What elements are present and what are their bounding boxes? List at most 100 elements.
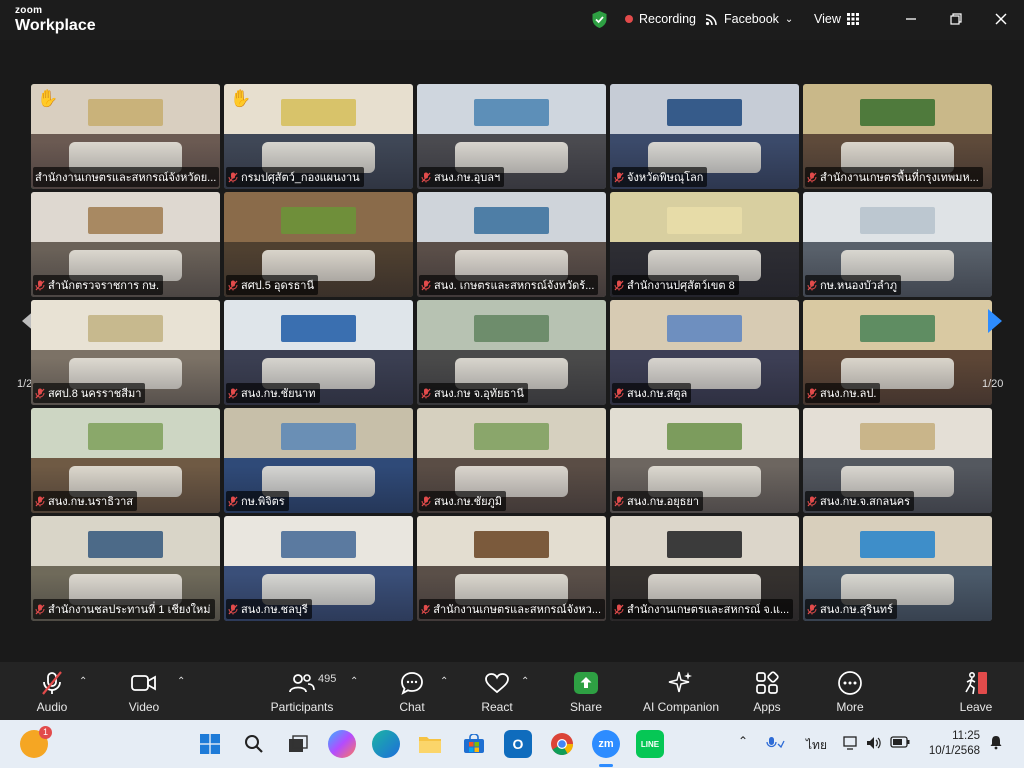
video-options-chevron-icon[interactable]: ⌃ xyxy=(177,676,185,687)
participants-options-chevron-icon[interactable]: ⌃ xyxy=(350,676,358,687)
leave-button[interactable]: Leave xyxy=(936,668,1016,714)
weather-widget-icon[interactable]: 1 xyxy=(20,726,52,758)
volume-icon[interactable] xyxy=(866,736,882,753)
file-explorer-icon[interactable] xyxy=(416,730,444,758)
participant-name: สำนักงานเกษตรพื้นที่กรุงเทพมห... xyxy=(820,172,979,184)
participant-name-label: สศป.5 อุดรธานี xyxy=(226,275,318,295)
participant-video-tile[interactable]: กษ.หนองบัวลำภู xyxy=(803,192,992,297)
video-button[interactable]: Video xyxy=(104,668,184,714)
participant-name-label: จังหวัดพิษณุโลก xyxy=(612,167,708,187)
participant-video-tile[interactable]: สนง.กษ.นราธิวาส xyxy=(31,408,220,513)
participant-video-tile[interactable]: สนง.กษ.อยุธยา xyxy=(610,408,799,513)
share-screen-button[interactable]: Share xyxy=(546,668,626,714)
participant-video-tile[interactable]: สศป.8 นครราชสีมา xyxy=(31,300,220,405)
chat-button[interactable]: Chat xyxy=(372,668,452,714)
participant-name: สำนักงานเกษตรและสหกรณ์ จ.แ... xyxy=(627,604,790,616)
close-button[interactable] xyxy=(991,9,1011,29)
apps-button[interactable]: Apps xyxy=(727,668,807,714)
muted-microphone-icon xyxy=(35,496,45,506)
participant-name-label: สนง.กษ.อยุธยา xyxy=(612,491,704,511)
participant-video-tile[interactable]: สนง.กษ.อุบลฯ xyxy=(417,84,606,189)
chat-options-chevron-icon[interactable]: ⌃ xyxy=(440,676,448,687)
participant-video-tile[interactable]: สนง.กษ.จ.สกลนคร xyxy=(803,408,992,513)
participant-video-tile[interactable]: สำนักงานเกษตรและสหกรณ์ จ.แ... xyxy=(610,516,799,621)
participant-name-label: สำนักตรวจราชการ กษ. xyxy=(33,275,164,295)
participant-video-tile[interactable]: สนง.กษ.ชัยนาท xyxy=(224,300,413,405)
grid-view-icon xyxy=(846,13,859,25)
participant-video-tile[interactable]: สศป.5 อุดรธานี xyxy=(224,192,413,297)
participant-video-tile[interactable]: กษ.พิจิตร xyxy=(224,408,413,513)
muted-microphone-icon xyxy=(614,604,624,614)
muted-microphone-icon xyxy=(614,280,624,290)
participant-video-tile[interactable]: สนง.กษ.ชลบุรี xyxy=(224,516,413,621)
chrome-browser-icon[interactable] xyxy=(548,730,576,758)
participant-video-tile[interactable]: สนง.กษ.สุรินทร์ xyxy=(803,516,992,621)
zoom-app-icon[interactable]: zm xyxy=(592,730,620,758)
notification-badge: 1 xyxy=(39,726,52,739)
audio-button[interactable]: Audio xyxy=(12,668,92,714)
recording-indicator[interactable]: Recording xyxy=(625,12,696,26)
task-view-icon[interactable] xyxy=(284,730,312,758)
apps-label: Apps xyxy=(753,700,781,714)
show-hidden-icons-chevron-icon[interactable]: ⌃ xyxy=(738,734,748,748)
audio-options-chevron-icon[interactable]: ⌃ xyxy=(79,676,87,687)
edge-browser-icon[interactable] xyxy=(372,730,400,758)
participant-video-tile[interactable]: ✋ กรมปศุสัตว์_กองแผนงาน xyxy=(224,84,413,189)
microsoft-store-icon[interactable] xyxy=(460,730,488,758)
battery-icon[interactable] xyxy=(890,736,910,751)
input-language-indicator[interactable]: ไทย xyxy=(806,736,827,755)
participant-name: สนง.กษ.สตูล xyxy=(627,388,688,400)
participant-name: สนง.กษ.นราธิวาส xyxy=(48,496,134,508)
participant-video-tile[interactable]: สำนักงานเกษตรและสหกรณ์จังหว... xyxy=(417,516,606,621)
muted-microphone-icon xyxy=(35,604,45,614)
livestream-facebook-button[interactable]: Facebook ⌄ xyxy=(705,12,793,26)
participant-name-label: สนง.กษ.ชัยภูมิ xyxy=(419,491,507,511)
video-camera-icon xyxy=(131,675,156,691)
muted-microphone-icon xyxy=(614,172,624,182)
participant-video-tile[interactable]: สำนักงานปศุสัตว์เขต 8 xyxy=(610,192,799,297)
search-icon[interactable] xyxy=(240,730,268,758)
copilot-icon[interactable] xyxy=(328,730,356,758)
zoom-logo: zoom Workplace xyxy=(15,6,96,34)
notifications-bell-icon[interactable] xyxy=(988,734,1004,753)
brand-small: zoom xyxy=(15,5,43,16)
participants-count: 495 xyxy=(318,673,337,685)
microphone-tray-icon[interactable] xyxy=(766,736,786,753)
participant-video-tile[interactable]: สำนักงานชลประทานที่ 1 เชียงใหม่ xyxy=(31,516,220,621)
participant-name-label: สนง.กษ.สตูล xyxy=(612,383,692,403)
line-app-icon[interactable]: LINE xyxy=(636,730,664,758)
system-clock[interactable]: 11:25 10/1/2568 xyxy=(929,729,980,759)
participant-video-tile[interactable]: สนง. เกษตรและสหกรณ์จังหวัดร้... xyxy=(417,192,606,297)
participant-video-tile[interactable]: จังหวัดพิษณุโลก xyxy=(610,84,799,189)
next-page-button[interactable] xyxy=(980,306,1010,336)
react-options-chevron-icon[interactable]: ⌃ xyxy=(521,676,529,687)
participant-video-tile[interactable]: ✋ สำนักงานเกษตรและสหกรณ์จังหวัดย... xyxy=(31,84,220,189)
participant-name-label: สนง.กษ.สุรินทร์ xyxy=(805,599,897,619)
participant-name: จังหวัดพิษณุโลก xyxy=(627,172,704,184)
participant-video-tile[interactable]: สนง.กษ.ลป. xyxy=(803,300,992,405)
muted-microphone-icon xyxy=(807,496,817,506)
view-button[interactable]: View xyxy=(814,12,859,26)
restore-icon xyxy=(950,13,962,25)
encryption-shield-icon[interactable] xyxy=(591,10,608,29)
participant-video-tile[interactable]: สนง.กษ.สตูล xyxy=(610,300,799,405)
participant-name-label: สนง.กษ.อุบลฯ xyxy=(419,167,505,187)
start-windows-icon[interactable] xyxy=(196,730,224,758)
participant-video-tile[interactable]: สนง.กษ จ.อุทัยธานี xyxy=(417,300,606,405)
react-button[interactable]: React xyxy=(457,668,537,714)
participant-video-tile[interactable]: สำนักงานเกษตรพื้นที่กรุงเทพมห... xyxy=(803,84,992,189)
network-icon[interactable] xyxy=(843,736,859,753)
recording-label: Recording xyxy=(639,12,696,26)
outlook-icon[interactable]: O xyxy=(504,730,532,758)
more-button[interactable]: More xyxy=(810,668,890,714)
minimize-button[interactable] xyxy=(901,9,921,29)
participant-video-tile[interactable]: สนง.กษ.ชัยภูมิ xyxy=(417,408,606,513)
participant-name: สนง. เกษตรและสหกรณ์จังหวัดร้... xyxy=(434,280,595,292)
ai-companion-button[interactable]: AI Companion xyxy=(636,668,726,714)
maximize-button[interactable] xyxy=(946,9,966,29)
participant-name-label: สำนักงานเกษตรและสหกรณ์จังหวัดย... xyxy=(33,167,219,187)
muted-microphone-icon xyxy=(421,172,431,182)
participant-video-tile[interactable]: สำนักตรวจราชการ กษ. xyxy=(31,192,220,297)
broadcast-icon xyxy=(705,13,717,25)
muted-microphone-icon xyxy=(807,280,817,290)
